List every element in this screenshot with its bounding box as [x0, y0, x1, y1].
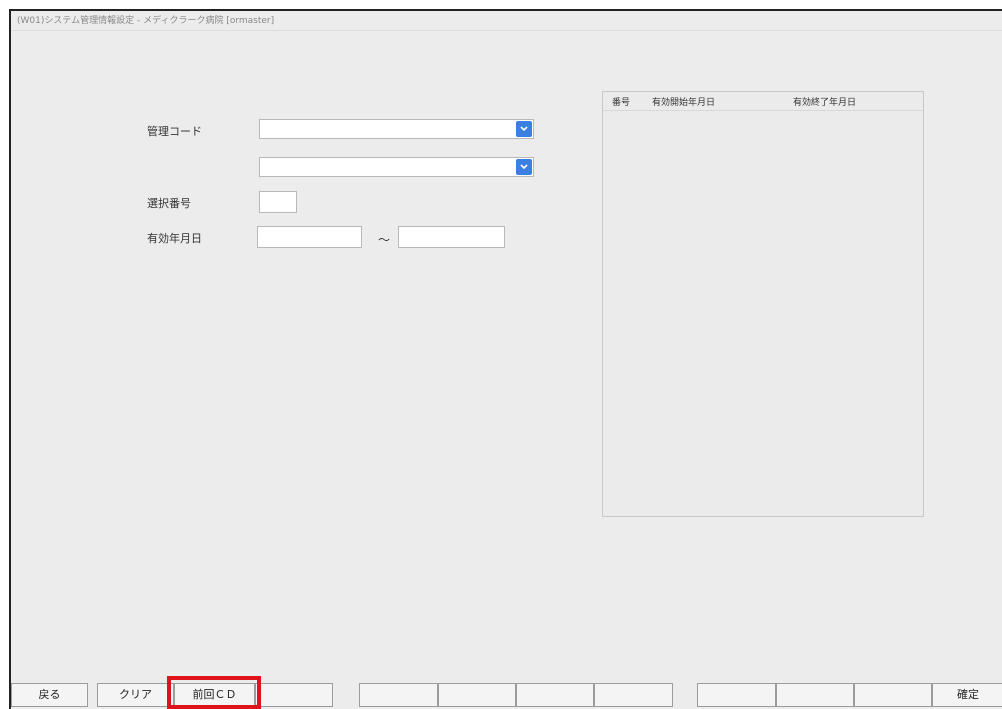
confirm-button[interactable]: 確定: [932, 683, 1002, 707]
function-key-4[interactable]: [255, 683, 333, 707]
list-header: 番号 有効開始年月日 有効終了年月日: [603, 92, 923, 111]
yuko-from-input[interactable]: [257, 226, 362, 248]
function-key-11[interactable]: [854, 683, 932, 707]
column-header-number[interactable]: 番号: [612, 95, 630, 108]
function-key-5[interactable]: [359, 683, 438, 707]
back-button[interactable]: 戻る: [11, 683, 88, 707]
column-header-start-date[interactable]: 有効開始年月日: [652, 95, 715, 108]
column-header-end-date[interactable]: 有効終了年月日: [793, 95, 856, 108]
sentaku-label: 選択番号: [147, 197, 191, 210]
range-tilde: ～: [378, 233, 391, 247]
chevron-down-icon[interactable]: [516, 121, 532, 137]
function-key-10[interactable]: [776, 683, 854, 707]
app-window: (W01)システム管理情報設定 - メディクラーク病院 [ormaster] 管…: [9, 9, 1002, 709]
previous-cd-button[interactable]: 前回ＣＤ: [174, 683, 255, 707]
function-key-6[interactable]: [438, 683, 516, 707]
function-key-8[interactable]: [594, 683, 673, 707]
function-key-9[interactable]: [697, 683, 776, 707]
chevron-down-icon[interactable]: [516, 159, 532, 175]
clear-button[interactable]: クリア: [97, 683, 174, 707]
kanri-code-label: 管理コード: [147, 125, 202, 138]
yuko-to-input[interactable]: [398, 226, 505, 248]
function-key-bar: 戻る クリア 前回ＣＤ 確定: [11, 683, 1002, 707]
kanri-code-combo[interactable]: [259, 119, 534, 139]
window-title: (W01)システム管理情報設定 - メディクラーク病院 [ormaster]: [11, 11, 1002, 31]
yuko-label: 有効年月日: [147, 232, 202, 245]
sentaku-input[interactable]: [259, 191, 297, 213]
function-key-7[interactable]: [516, 683, 594, 707]
validity-period-list[interactable]: 番号 有効開始年月日 有効終了年月日: [602, 91, 924, 517]
sub-code-combo[interactable]: [259, 157, 534, 177]
